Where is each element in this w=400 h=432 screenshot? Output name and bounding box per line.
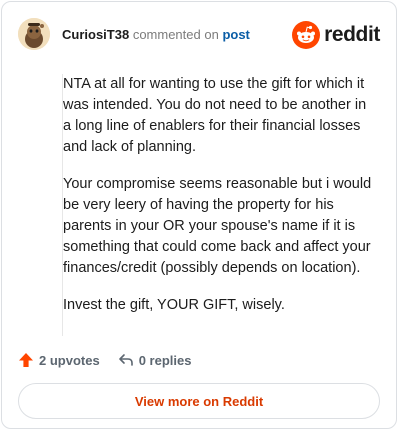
- reply-arrow-icon: [118, 354, 133, 366]
- upvote-arrow-icon: [19, 353, 33, 367]
- comment-paragraph: Your compromise seems reasonable but i w…: [63, 176, 372, 276]
- comment-actions: 2 upvotes 0 replies: [18, 348, 209, 372]
- reddit-wordmark: reddit: [324, 23, 380, 46]
- reply-button[interactable]: 0 replies: [118, 352, 192, 368]
- comment-body: NTA at all for wanting to use the gift f…: [63, 74, 375, 332]
- reply-count: 0 replies: [138, 352, 192, 368]
- comment-paragraph: Invest the gift, YOUR GIFT, wisely.: [63, 297, 285, 313]
- snoo-avatar-icon[interactable]: [18, 18, 50, 50]
- upvote-count: 2 upvotes: [39, 352, 100, 368]
- username-link[interactable]: CuriosiT38: [62, 27, 129, 42]
- upvote-button[interactable]: 2 upvotes: [18, 352, 100, 368]
- comment-thread-line: NTA at all for wanting to use the gift f…: [62, 74, 375, 336]
- post-link[interactable]: post: [222, 27, 249, 42]
- reddit-logo-icon: [292, 21, 321, 49]
- commented-on-label: commented on: [132, 27, 219, 42]
- comment-header: CuriosiT38 commented on post reddit: [18, 18, 380, 52]
- view-more-on-reddit-button[interactable]: View more on Reddit: [18, 383, 380, 419]
- comment-paragraph: NTA at all for wanting to use the gift f…: [63, 76, 367, 155]
- reddit-comment-embed: CuriosiT38 commented on post reddit NTA …: [1, 1, 397, 429]
- header-text: CuriosiT38 commented on post: [62, 27, 250, 43]
- reddit-brand[interactable]: reddit: [292, 20, 380, 50]
